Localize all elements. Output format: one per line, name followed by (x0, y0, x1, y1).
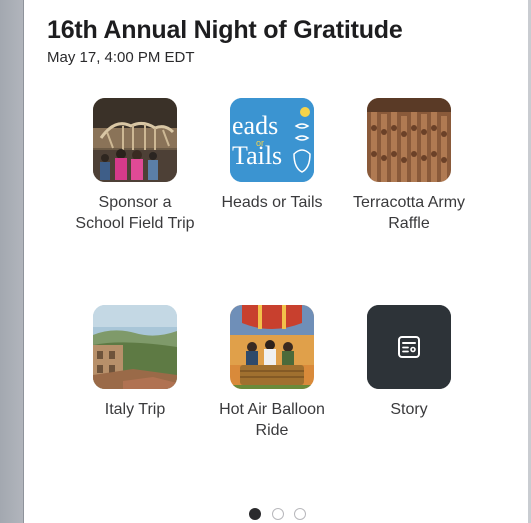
page-title: 16th Annual Night of Gratitude (47, 16, 403, 44)
italy-village-icon (93, 305, 177, 389)
heads-or-tails-icon: eads or Tails (230, 98, 314, 182)
page-dot-3[interactable] (293, 507, 306, 520)
page-dot-1[interactable] (249, 507, 262, 520)
app-label: Hot Air Balloon Ride (219, 401, 325, 439)
app-terracotta-army-raffle[interactable]: Terracotta Army Raffle (349, 98, 469, 234)
device-bezel-left (0, 0, 23, 523)
app-italy-trip[interactable]: Italy Trip (75, 305, 195, 420)
app-story[interactable]: Story (349, 305, 469, 420)
app-heads-or-tails[interactable]: eads or Tails Heads or Tails (212, 98, 332, 213)
terracotta-army-icon (367, 98, 451, 182)
event-date: May 17, 4:00 PM EDT (47, 49, 195, 66)
heads-text: eads (232, 111, 278, 140)
story-icon (367, 305, 451, 389)
app-sponsor-field-trip[interactable]: Sponsor a School Field Trip (75, 98, 195, 234)
app-label: Terracotta Army Raffle (352, 194, 466, 232)
app-label: Story (390, 401, 428, 418)
page-dot-2[interactable] (271, 507, 284, 520)
story-app-icon (367, 305, 451, 389)
app-label: Heads or Tails (221, 194, 323, 211)
app-hot-air-balloon-ride[interactable]: Hot Air Balloon Ride (212, 305, 332, 441)
page-indicator[interactable] (24, 505, 531, 523)
dinosaur-museum-icon (93, 98, 177, 182)
app-label: Italy Trip (104, 401, 166, 418)
app-label: Sponsor a School Field Trip (75, 194, 195, 232)
screen: 16th Annual Night of Gratitude May 17, 4… (23, 0, 531, 523)
tails-text: Tails (232, 141, 282, 170)
hot-air-balloon-icon (230, 305, 314, 389)
